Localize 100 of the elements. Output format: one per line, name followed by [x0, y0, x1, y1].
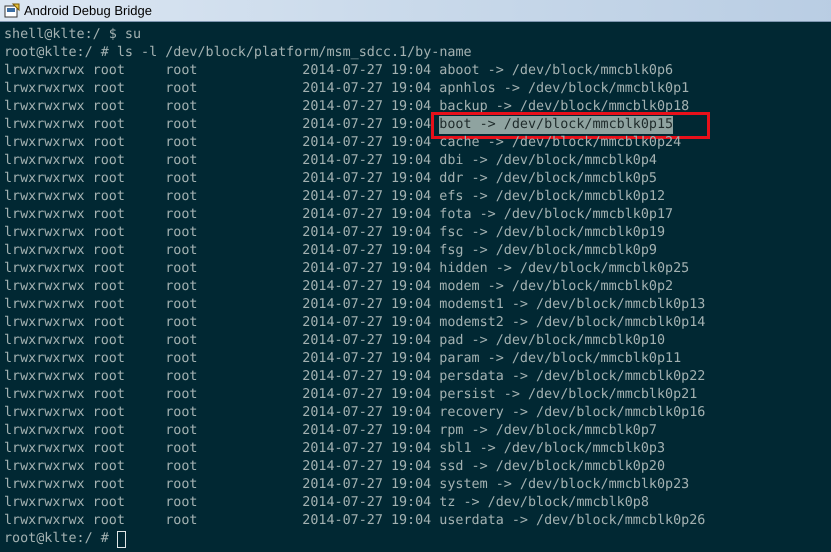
date-text: 2014-07-27 — [302, 134, 384, 152]
owner-text: root — [92, 404, 126, 422]
link-text: userdata -> /dev/block/mmcblk0p26 — [439, 512, 706, 530]
link-text: sbl1 -> /dev/block/mmcblk0p3 — [439, 440, 666, 458]
group-text: root — [165, 476, 198, 494]
group-text: root — [165, 188, 198, 206]
permissions-text: lrwxrwxrwx — [4, 296, 86, 314]
owner-text: root — [92, 260, 126, 278]
time-text: 19:04 — [390, 242, 432, 260]
permissions-text: lrwxrwxrwx — [4, 62, 86, 80]
time-text: 19:04 — [390, 332, 432, 350]
permissions-text: lrwxrwxrwx — [4, 170, 86, 188]
owner-text: root — [92, 62, 126, 80]
time-text: 19:04 — [390, 224, 432, 242]
time-text: 19:04 — [390, 152, 432, 170]
owner-text: root — [92, 476, 126, 494]
group-text: root — [165, 494, 198, 512]
owner-text: root — [92, 314, 126, 332]
group-text: root — [165, 404, 198, 422]
time-text: 19:04 — [390, 296, 432, 314]
owner-text: root — [92, 152, 126, 170]
link-text: fsc -> /dev/block/mmcblk0p19 — [439, 224, 666, 242]
date-text: 2014-07-27 — [302, 350, 384, 368]
permissions-text: lrwxrwxrwx — [4, 332, 86, 350]
permissions-text: lrwxrwxrwx — [4, 422, 86, 440]
permissions-text: lrwxrwxrwx — [4, 206, 86, 224]
group-text: root — [165, 134, 198, 152]
group-text: root — [165, 512, 198, 530]
time-text: 19:04 — [390, 368, 432, 386]
date-text: 2014-07-27 — [302, 278, 384, 296]
permissions-text: lrwxrwxrwx — [4, 152, 86, 170]
link-text: cache -> /dev/block/mmcblk0p24 — [439, 134, 682, 152]
owner-text: root — [92, 224, 126, 242]
group-text: root — [165, 350, 198, 368]
permissions-text: lrwxrwxrwx — [4, 476, 86, 494]
link-text: pad -> /dev/block/mmcblk0p10 — [439, 332, 666, 350]
link-text: dbi -> /dev/block/mmcblk0p4 — [439, 152, 657, 170]
group-text: root — [165, 422, 198, 440]
date-text: 2014-07-27 — [302, 494, 384, 512]
date-text: 2014-07-27 — [302, 116, 384, 134]
date-text: 2014-07-27 — [302, 332, 384, 350]
group-text: root — [165, 62, 198, 80]
time-text: 19:04 — [390, 134, 432, 152]
link-text: modemst2 -> /dev/block/mmcblk0p14 — [439, 314, 706, 332]
owner-text: root — [92, 350, 126, 368]
group-text: root — [165, 260, 198, 278]
time-text: 19:04 — [390, 440, 432, 458]
link-text: persist -> /dev/block/mmcblk0p21 — [439, 386, 698, 404]
group-text: root — [165, 278, 198, 296]
time-text: 19:04 — [390, 404, 432, 422]
group-text: root — [165, 242, 198, 260]
owner-text: root — [92, 188, 126, 206]
link-text: rpm -> /dev/block/mmcblk0p7 — [439, 422, 657, 440]
permissions-text: lrwxrwxrwx — [4, 98, 86, 116]
date-text: 2014-07-27 — [302, 206, 384, 224]
permissions-text: lrwxrwxrwx — [4, 314, 86, 332]
owner-text: root — [92, 206, 126, 224]
owner-text: root — [92, 368, 126, 386]
link-text: persdata -> /dev/block/mmcblk0p22 — [439, 368, 706, 386]
time-text: 19:04 — [390, 80, 432, 98]
permissions-text: lrwxrwxrwx — [4, 404, 86, 422]
permissions-text: lrwxrwxrwx — [4, 278, 86, 296]
time-text: 19:04 — [390, 62, 432, 80]
link-text: system -> /dev/block/mmcblk0p23 — [439, 476, 690, 494]
permissions-text: lrwxrwxrwx — [4, 512, 86, 530]
date-text: 2014-07-27 — [302, 260, 384, 278]
command-line: shell@klte:/ $ su — [4, 26, 142, 44]
owner-text: root — [92, 440, 126, 458]
permissions-text: lrwxrwxrwx — [4, 458, 86, 476]
owner-text: root — [92, 98, 126, 116]
time-text: 19:04 — [390, 188, 432, 206]
time-text: 19:04 — [390, 314, 432, 332]
window-title: Android Debug Bridge — [24, 2, 152, 20]
owner-text: root — [92, 494, 126, 512]
date-text: 2014-07-27 — [302, 152, 384, 170]
group-text: root — [165, 98, 198, 116]
date-text: 2014-07-27 — [302, 440, 384, 458]
date-text: 2014-07-27 — [302, 224, 384, 242]
date-text: 2014-07-27 — [302, 170, 384, 188]
permissions-text: lrwxrwxrwx — [4, 80, 86, 98]
link-text: ssd -> /dev/block/mmcblk0p20 — [439, 458, 666, 476]
time-text: 19:04 — [390, 206, 432, 224]
group-text: root — [165, 458, 198, 476]
group-text: root — [165, 440, 198, 458]
command-line: root@klte:/ # ls -l /dev/block/platform/msm_sdcc.1/by-name — [4, 44, 472, 62]
link-text: aboot -> /dev/block/mmcblk0p6 — [439, 62, 674, 80]
group-text: root — [165, 206, 198, 224]
date-text: 2014-07-27 — [302, 62, 384, 80]
date-text: 2014-07-27 — [302, 296, 384, 314]
link-text: fota -> /dev/block/mmcblk0p17 — [439, 206, 674, 224]
link-text: param -> /dev/block/mmcblk0p11 — [439, 350, 682, 368]
time-text: 19:04 — [390, 350, 432, 368]
date-text: 2014-07-27 — [302, 242, 384, 260]
group-text: root — [165, 368, 198, 386]
date-text: 2014-07-27 — [302, 458, 384, 476]
owner-text: root — [92, 80, 126, 98]
permissions-text: lrwxrwxrwx — [4, 494, 86, 512]
owner-text: root — [92, 134, 126, 152]
link-text: apnhlos -> /dev/block/mmcblk0p1 — [439, 80, 690, 98]
date-text: 2014-07-27 — [302, 386, 384, 404]
